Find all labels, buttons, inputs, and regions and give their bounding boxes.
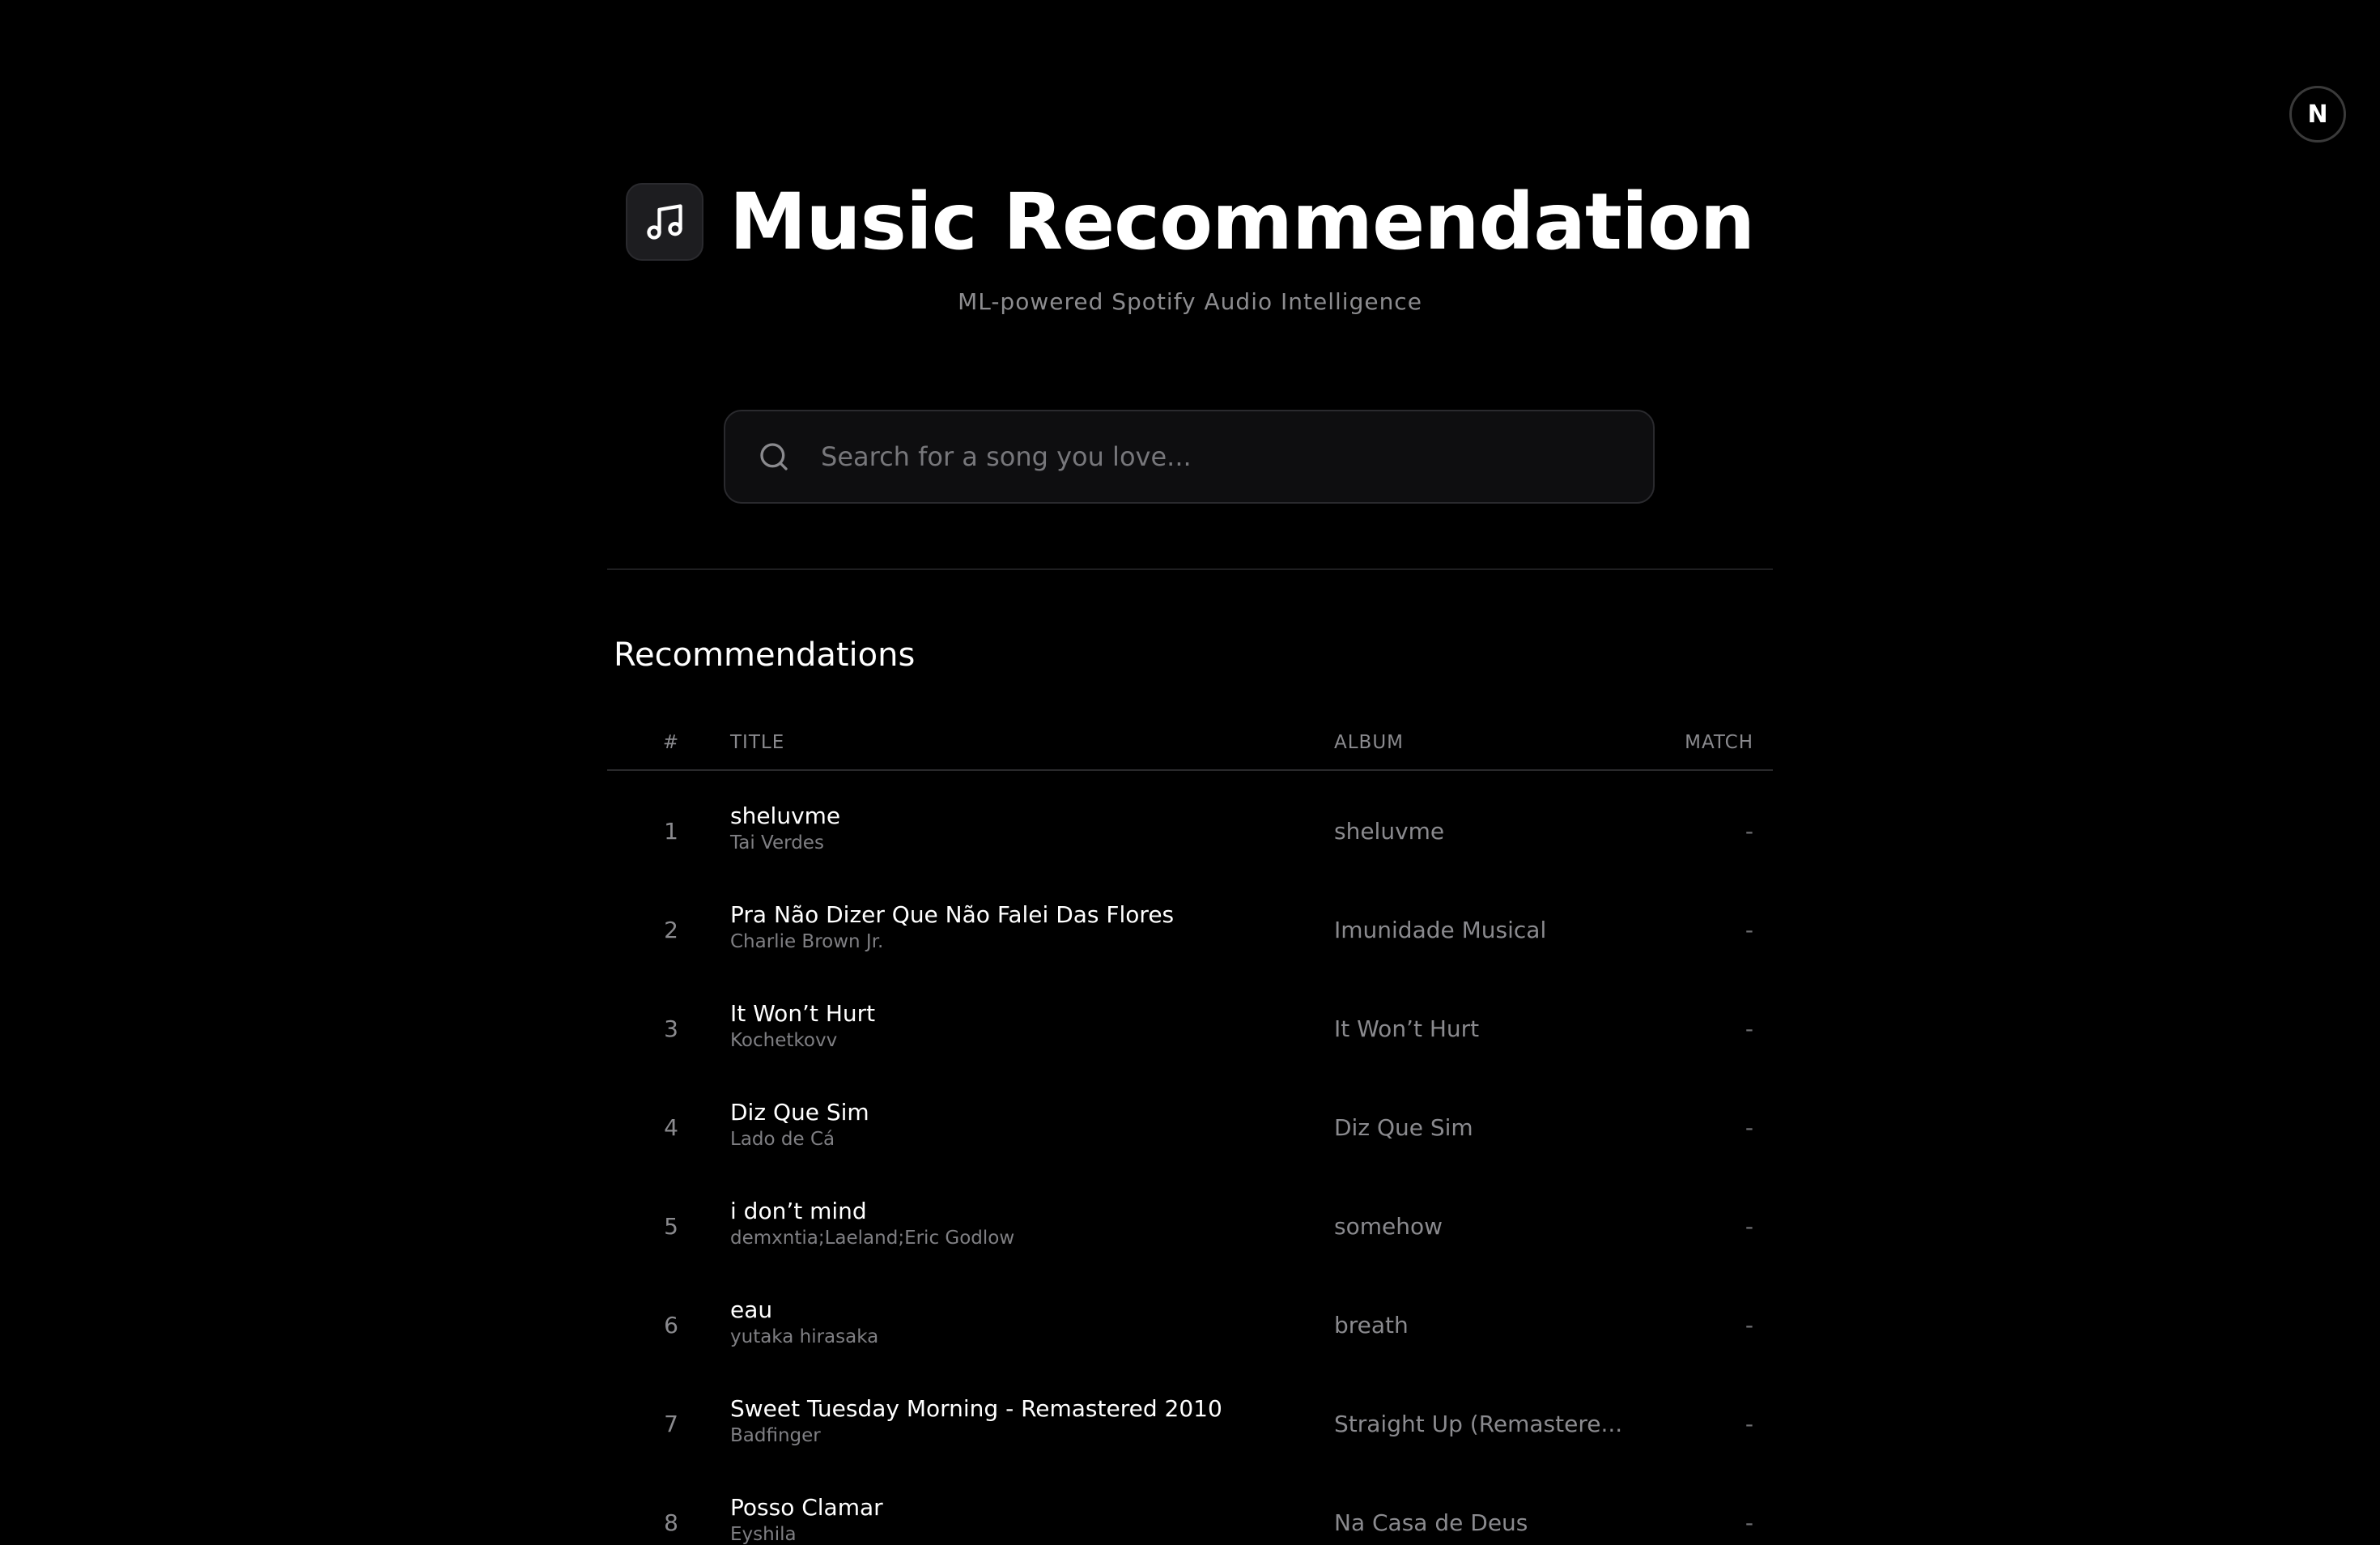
track-artist: Badfinger [730,1425,821,1446]
track-artist: Kochetkovv [730,1030,838,1051]
track-number: 6 [664,1312,678,1339]
table-row[interactable]: 4 Diz Que Sim Lado de Cá Diz Que Sim - [607,1067,1773,1166]
track-title: It Won’t Hurt [730,1000,876,1027]
page-subtitle: ML-powered Spotify Audio Intelligence [958,288,1422,315]
column-header-title: TITLE [730,732,785,753]
track-number: 5 [664,1213,678,1240]
track-title: Sweet Tuesday Morning - Remastered 2010 [730,1395,1222,1422]
nextjs-logo-icon: N [2307,100,2328,129]
table-row[interactable]: 3 It Won’t Hurt Kochetkovv It Won’t Hurt… [607,968,1773,1067]
track-album: It Won’t Hurt [1334,1015,1480,1042]
track-number: 7 [664,1411,678,1437]
track-number: 8 [664,1509,678,1536]
page: N Music Recommendation ML-powered Spotif… [0,0,2380,1545]
column-header-album: ALBUM [1334,732,1405,753]
track-match: - [1745,1015,1753,1042]
track-album: Diz Que Sim [1334,1114,1473,1141]
track-title: sheluvme [730,802,841,829]
track-album: Imunidade Musical [1334,917,1547,943]
track-match: - [1745,917,1753,943]
track-info: Diz Que Sim Lado de Cá [730,1098,869,1151]
recommendations-heading: Recommendations [614,636,916,674]
track-number: 3 [664,1015,678,1042]
track-match: - [1745,818,1753,845]
track-number: 4 [664,1114,678,1141]
divider [607,568,1773,570]
page-header: Music Recommendation [0,178,2380,266]
track-artist: Eyshila [730,1524,797,1545]
track-info: It Won’t Hurt Kochetkovv [730,999,875,1053]
table-header: # TITLE ALBUM MATCH [607,721,1773,771]
table-row[interactable]: 6 eau yutaka hirasaka breath - [607,1265,1773,1364]
track-info: i don’t mind demxntia;Laeland;Eric Godlo… [730,1197,1014,1250]
track-title: i don’t mind [730,1198,867,1224]
track-info: Posso Clamar Eyshila [730,1493,883,1545]
column-header-number: # [662,732,680,753]
track-info: eau yutaka hirasaka [730,1296,878,1349]
track-artist: yutaka hirasaka [730,1326,879,1347]
search-icon [758,439,793,475]
track-artist: Charlie Brown Jr. [730,931,884,952]
table-row[interactable]: 2 Pra Não Dizer Que Não Falei Das Flores… [607,870,1773,968]
track-info: sheluvme Tai Verdes [730,802,840,855]
track-artist: demxntia;Laeland;Eric Godlow [730,1228,1015,1249]
track-match: - [1745,1213,1753,1240]
track-info: Pra Não Dizer Que Não Falei Das Flores C… [730,900,1174,954]
table-row[interactable]: 1 sheluvme Tai Verdes sheluvme - [607,771,1773,870]
table-row[interactable]: 5 i don’t mind demxntia;Laeland;Eric God… [607,1166,1773,1265]
track-album: breath [1334,1312,1409,1339]
track-album: Na Casa de Deus [1334,1509,1528,1536]
track-match: - [1745,1114,1753,1141]
track-number: 1 [664,818,678,845]
track-album: somehow [1334,1213,1443,1240]
track-title: Posso Clamar [730,1494,883,1521]
track-match: - [1745,1312,1753,1339]
track-title: Diz Que Sim [730,1099,869,1126]
track-title: Pra Não Dizer Que Não Falei Das Flores [730,901,1175,928]
track-artist: Lado de Cá [730,1129,835,1150]
recommendations-table: # TITLE ALBUM MATCH 1 sheluvme Tai Verde… [607,721,1773,1545]
column-header-match: MATCH [1685,732,1753,753]
track-match: - [1745,1411,1753,1437]
track-number: 2 [664,917,678,943]
track-artist: Tai Verdes [730,832,824,853]
track-match: - [1745,1509,1753,1536]
search-bar[interactable] [724,410,1655,504]
track-title: eau [730,1296,773,1323]
track-album: sheluvme [1334,818,1445,845]
page-title: Music Recommendation [729,177,1755,267]
table-row[interactable]: 7 Sweet Tuesday Morning - Remastered 201… [607,1364,1773,1462]
table-row[interactable]: 8 Posso Clamar Eyshila Na Casa de Deus - [607,1462,1773,1545]
track-album: Straight Up (Remastere... [1334,1411,1623,1437]
nextjs-badge-button[interactable]: N [2289,86,2346,143]
search-input[interactable] [819,441,1616,473]
music-note-icon [625,183,703,261]
track-info: Sweet Tuesday Morning - Remastered 2010 … [730,1394,1222,1448]
